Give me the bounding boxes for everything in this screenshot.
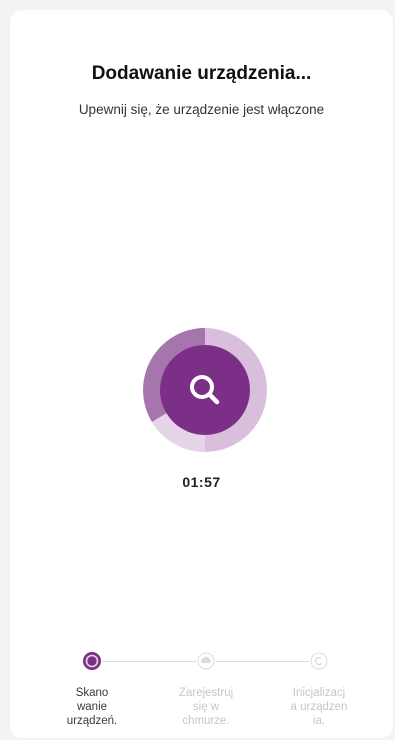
step-2-indicator — [196, 651, 216, 671]
page-subtitle: Upewnij się, że urządzenie jest włączone — [78, 102, 325, 117]
countdown-timer: 01:57 — [182, 474, 221, 490]
step-2-label: Zarejestruj się w chmurze. — [178, 687, 234, 727]
scanning-animation — [143, 328, 267, 452]
step-3-indicator — [309, 651, 329, 671]
scanner-core — [160, 345, 250, 435]
add-device-card: Dodawanie urządzenia... Upewnij się, że … — [10, 10, 393, 738]
step-1-indicator — [82, 651, 102, 671]
step-1-label: Skano wanie urządzeń. — [66, 687, 118, 727]
step-connector — [216, 661, 309, 662]
step-connector — [102, 661, 196, 662]
page-title: Dodawanie urządzenia... — [91, 63, 312, 84]
step-3-label: Inicjalizacj a urządzen ia. — [290, 687, 348, 727]
progress-steps: Skano wanie urządzeń. Zarejestruj się w … — [10, 648, 393, 738]
